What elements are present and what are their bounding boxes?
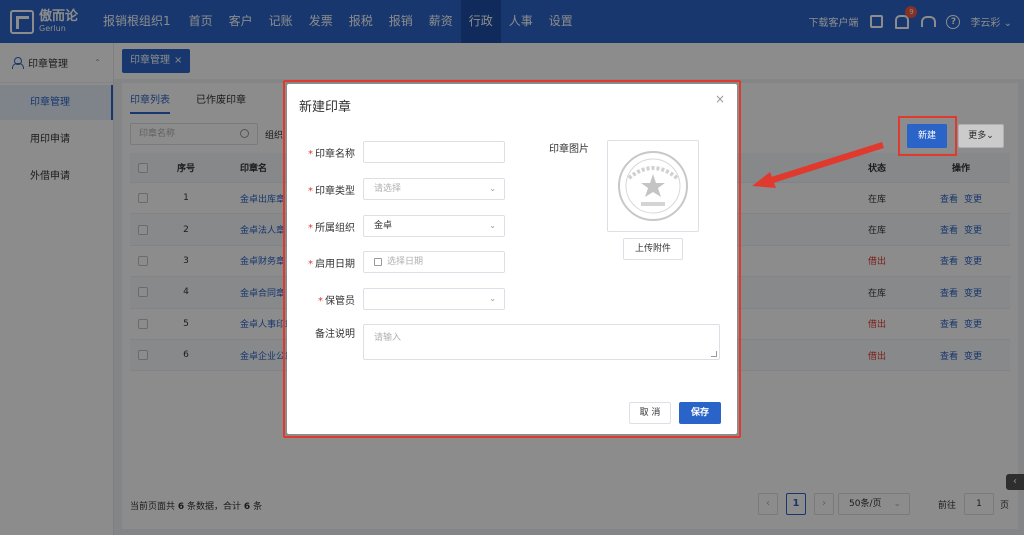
- seal-type-placeholder: 请选择: [374, 184, 402, 194]
- upload-attachment-button[interactable]: 上传附件: [623, 238, 683, 260]
- org-label: 所属组织: [315, 222, 355, 234]
- date-placeholder: 选择日期: [387, 257, 424, 267]
- resize-handle[interactable]: [711, 351, 717, 357]
- org-value: 金卓: [374, 221, 393, 231]
- org-select[interactable]: 金卓 ⌄: [363, 215, 505, 237]
- note-textarea[interactable]: 请输入: [363, 324, 720, 360]
- start-date-picker[interactable]: 选择日期: [363, 251, 505, 273]
- save-button[interactable]: 保存: [679, 402, 721, 424]
- close-icon[interactable]: ×: [715, 92, 725, 106]
- new-seal-dialog: 新建印章 × * 印章名称 * 印章类型 请选择 ⌄ * 所属组织 金卓 ⌄ * 启用日期 …: [287, 84, 737, 434]
- seal-image-label: 印章图片: [549, 144, 589, 155]
- seal-type-select[interactable]: 请选择 ⌄: [363, 178, 505, 200]
- dialog-title: 新建印章: [299, 100, 352, 115]
- keeper-select[interactable]: ⌄: [363, 288, 505, 310]
- calendar-icon: [374, 257, 382, 266]
- seal-image-preview: [607, 140, 699, 232]
- seal-stamp-icon: [618, 151, 688, 221]
- chevron-down-icon: ⌄: [489, 221, 496, 230]
- keeper-label: 保管员: [325, 295, 355, 307]
- seal-name-input[interactable]: [363, 141, 505, 163]
- chevron-down-icon: ⌄: [489, 184, 496, 193]
- note-label: 备注说明: [315, 329, 355, 340]
- seal-type-label: 印章类型: [315, 185, 355, 197]
- note-placeholder: 请输入: [374, 333, 402, 343]
- chevron-down-icon: ⌄: [489, 294, 496, 303]
- cancel-button[interactable]: 取 消: [629, 402, 671, 424]
- seal-name-label: 印章名称: [315, 148, 355, 160]
- start-date-label: 启用日期: [315, 258, 355, 270]
